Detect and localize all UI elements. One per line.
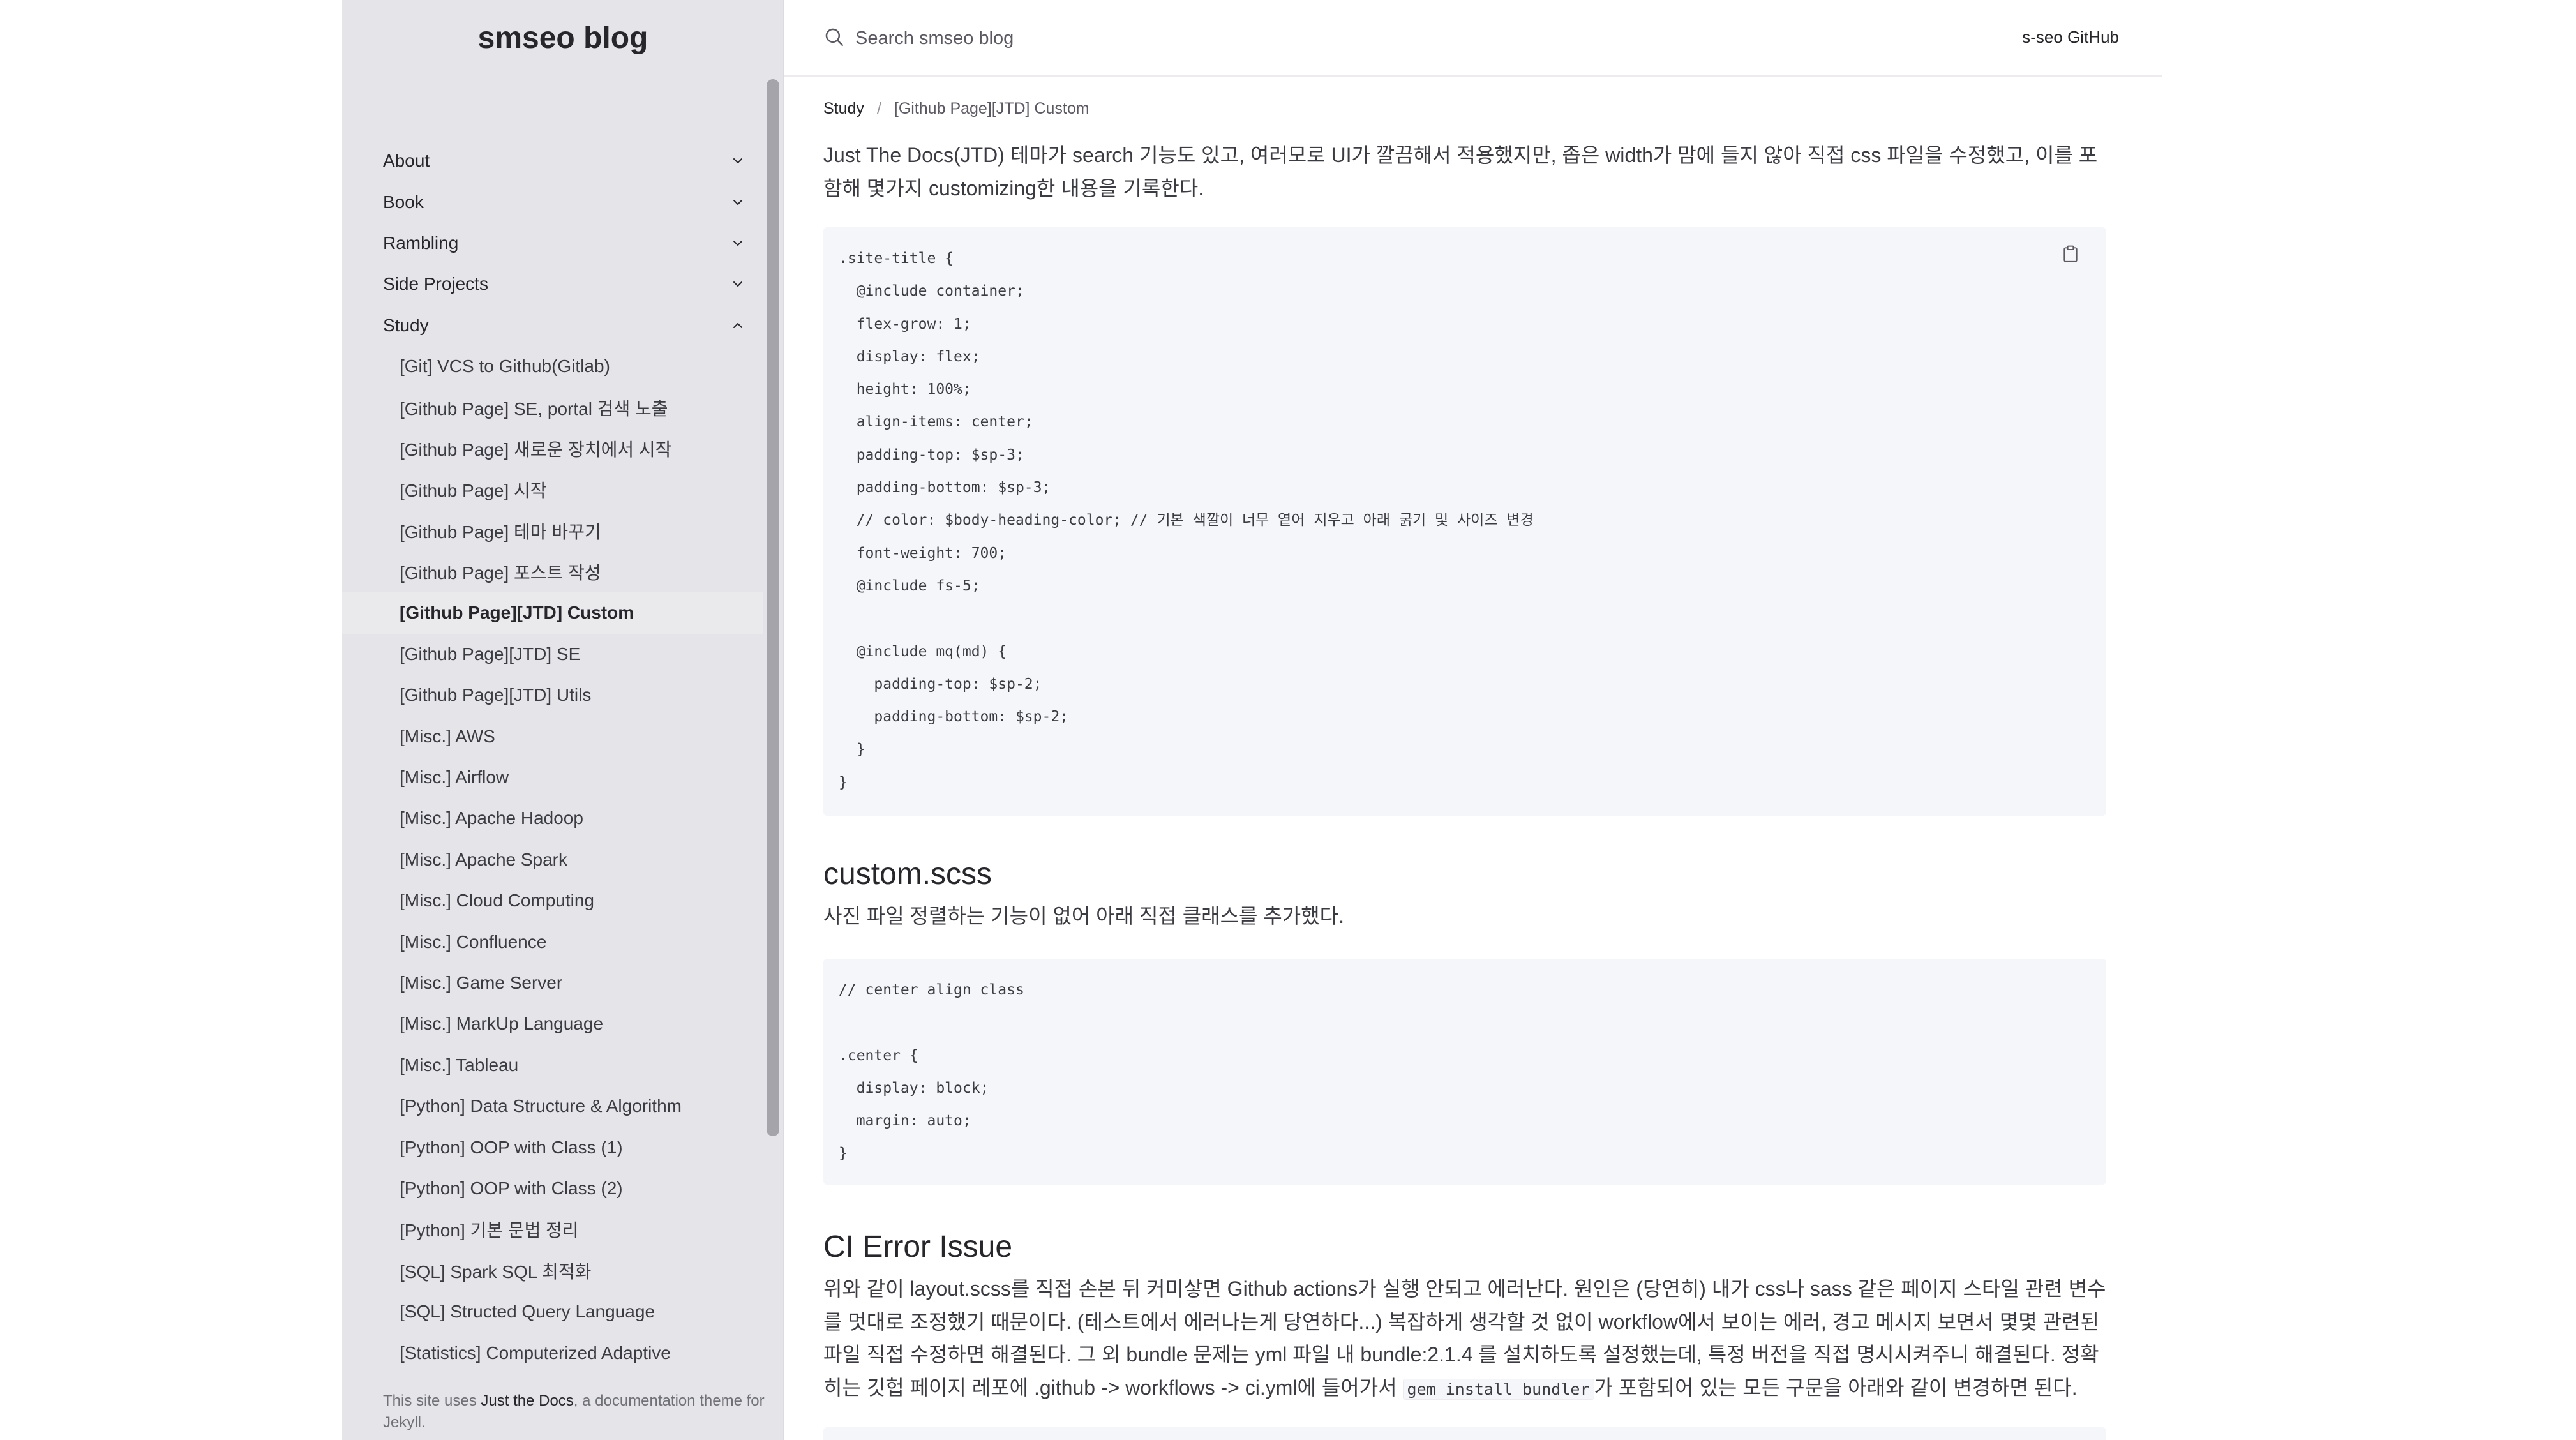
sidebar-subitem[interactable]: [Github Page][JTD] Utils — [342, 675, 763, 716]
sidebar-subitem[interactable]: [Misc.] AWS — [342, 716, 763, 756]
code-block-center: // center align class .center { display:… — [823, 959, 2106, 1185]
sidebar-subitem[interactable]: [Python] OOP with Class (2) — [342, 1168, 763, 1209]
sidebar-subitem[interactable]: [Misc.] Cloud Computing — [342, 880, 763, 921]
github-aux-link[interactable]: s-seo GitHub — [2022, 24, 2119, 50]
sidebar-item-label: Book — [383, 191, 424, 212]
copy-code-button[interactable] — [2058, 243, 2083, 268]
sidebar-subitem[interactable]: [Github Page][JTD] SE — [342, 634, 763, 675]
sidebar-subitem[interactable]: [Github Page] SE, portal 검색 노출 — [342, 387, 763, 428]
sidebar-scrollbar-thumb[interactable] — [767, 79, 779, 1136]
ci-error-paragraph: 위와 같이 layout.scss를 직접 손본 뒤 커미샇면 Github a… — [823, 1273, 2106, 1406]
sidebar-subitem[interactable]: [Misc.] Airflow — [342, 757, 763, 798]
sidebar-subitem[interactable]: [Misc.] Game Server — [342, 963, 763, 1003]
sidebar-nav[interactable]: About Book Rambling Side Projects Study [Git]… — [342, 77, 784, 1372]
inline-code-gem-install: gem install bundler — [1402, 1378, 1594, 1400]
code-site-title: .site-title { @include container; flex-g… — [839, 250, 1534, 791]
sidebar-subitem[interactable]: [Misc.] Tableau — [342, 1045, 763, 1086]
sidebar-item-label: Rambling — [383, 232, 459, 253]
breadcrumb-current: [Github Page][JTD] Custom — [894, 99, 1090, 117]
code-center-class: // center align class .center { display:… — [839, 982, 1024, 1162]
code-block-ci — [823, 1427, 2106, 1440]
custom-scss-paragraph: 사진 파일 정렬하는 기능이 없어 아래 직접 클래스를 추가했다. — [823, 904, 1345, 927]
sidebar-footer: This site uses Just the Docs, a document… — [383, 1390, 766, 1434]
search-input[interactable] — [855, 27, 1366, 49]
breadcrumb-separator: / — [876, 99, 881, 117]
sidebar-item-side-projects[interactable]: Side Projects — [342, 264, 763, 304]
sidebar-subitem[interactable]: [Python] Data Structure & Algorithm — [342, 1086, 763, 1127]
heading-ci-error: CI Error Issue — [823, 1230, 1013, 1264]
breadcrumb: Study / [Github Page][JTD] Custom — [823, 96, 1090, 121]
sidebar-subitem[interactable]: [SQL] Structed Query Language — [342, 1291, 763, 1332]
footer-prefix: This site uses — [383, 1392, 481, 1409]
clipboard-icon — [2062, 245, 2079, 266]
chevron-up-icon[interactable] — [729, 317, 747, 334]
code-block-site-title: .site-title { @include container; flex-g… — [823, 227, 2106, 816]
footer-jtd-link[interactable]: Just the Docs — [481, 1392, 573, 1409]
sidebar-item-label: About — [383, 151, 430, 171]
sidebar-subitem[interactable]: [SQL] Spark SQL 최적화 — [342, 1250, 763, 1291]
chevron-down-icon[interactable] — [729, 152, 747, 170]
sidebar-item-study[interactable]: Study — [342, 305, 763, 346]
search-bar[interactable] — [823, 23, 1366, 54]
site-title[interactable]: smseo blog — [342, 19, 784, 57]
search-icon — [823, 26, 845, 51]
sidebar-subitem[interactable]: [Misc.] Confluence — [342, 921, 763, 962]
chevron-down-icon[interactable] — [729, 234, 747, 252]
ci-text-after: 가 포함되어 있는 모든 구문을 아래와 같이 변경하면 된다. — [1594, 1376, 2078, 1399]
sidebar-item-book[interactable]: Book — [342, 181, 763, 222]
sidebar-subitem[interactable]: [Misc.] MarkUp Language — [342, 1003, 763, 1044]
sidebar-subitem[interactable]: [Github Page] 시작 — [342, 469, 763, 510]
nav-list: About Book Rambling Side Projects Study [Git]… — [342, 77, 763, 1372]
sidebar-subitem[interactable]: [Github Page][JTD] Custom — [342, 592, 763, 634]
sidebar: smseo blog About Book Rambling Side Project… — [342, 0, 784, 1440]
breadcrumb-parent-link[interactable]: Study — [823, 100, 864, 118]
sidebar-subitem[interactable]: [Python] OOP with Class (1) — [342, 1127, 763, 1167]
sidebar-subitem[interactable]: [Github Page] 테마 바꾸기 — [342, 511, 763, 551]
chevron-down-icon[interactable] — [729, 275, 747, 293]
sidebar-subitem[interactable]: [Git] VCS to Github(Gitlab) — [342, 346, 763, 387]
sidebar-item-about[interactable]: About — [342, 140, 763, 181]
sidebar-item-label: Side Projects — [383, 274, 488, 294]
sidebar-subitem[interactable]: [Python] 기본 문법 정리 — [342, 1209, 763, 1250]
sidebar-subitem[interactable]: [Misc.] Apache Hadoop — [342, 798, 763, 839]
intro-paragraph: Just The Docs(JTD) 테마가 search 기능도 있고, 여러… — [823, 144, 2098, 200]
nav-top-spacer — [342, 77, 763, 140]
sidebar-subitem[interactable]: [Statistics] Computerized Adaptive — [342, 1332, 763, 1372]
header: s-seo GitHub — [784, 0, 2162, 77]
heading-custom-scss: custom.scss — [823, 857, 992, 891]
sidebar-subitem[interactable]: [Github Page] 새로운 장치에서 시작 — [342, 428, 763, 469]
sidebar-subitem[interactable]: [Misc.] Apache Spark — [342, 839, 763, 880]
sidebar-subitem[interactable]: [Github Page] 포스트 작성 — [342, 551, 763, 592]
sidebar-item-label: Study — [383, 315, 429, 335]
chevron-down-icon[interactable] — [729, 193, 747, 211]
sidebar-item-rambling[interactable]: Rambling — [342, 223, 763, 264]
